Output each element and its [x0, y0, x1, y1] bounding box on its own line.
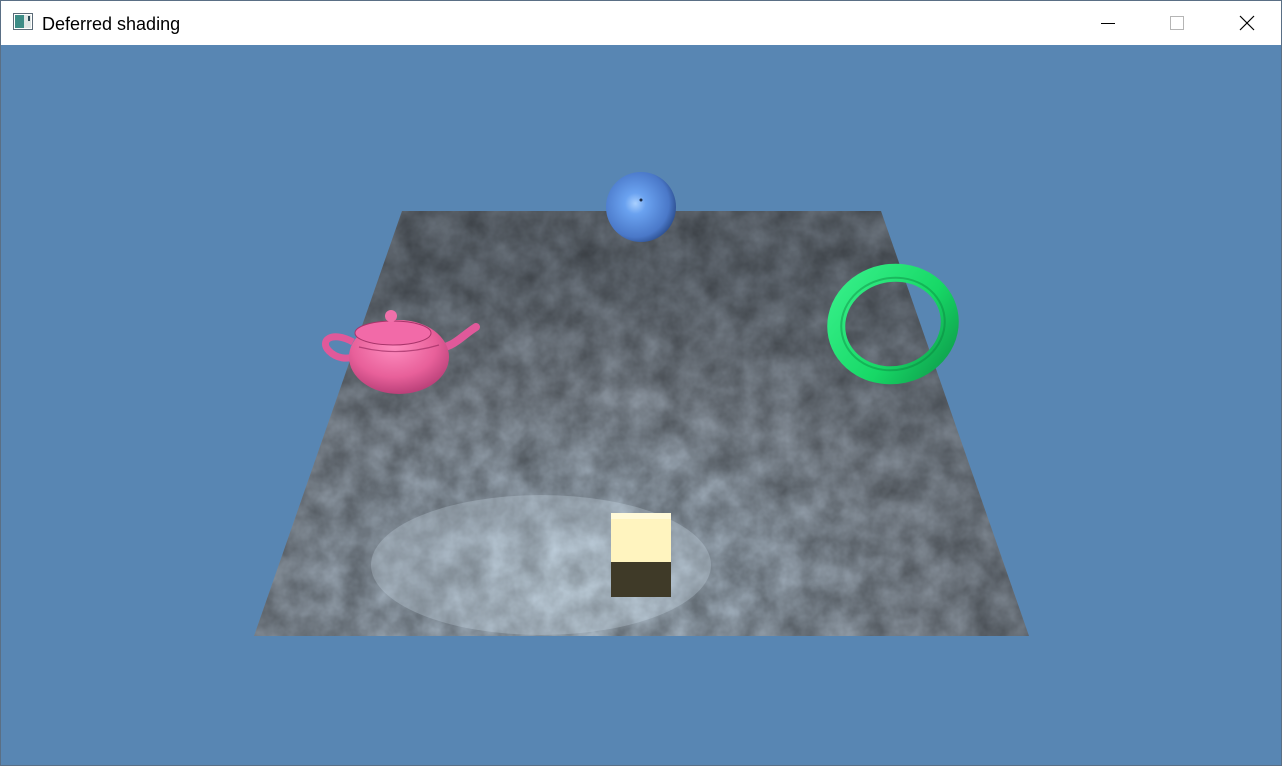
close-icon: [1239, 15, 1254, 31]
minimize-button[interactable]: [1073, 1, 1142, 45]
application-window-icon: [13, 13, 33, 30]
maximize-button[interactable]: [1142, 1, 1211, 45]
close-button[interactable]: [1212, 1, 1281, 45]
title-bar[interactable]: Deferred shading: [1, 1, 1281, 45]
maximize-icon: [1169, 16, 1184, 30]
app-window: Deferred shading: [0, 0, 1282, 766]
minimize-icon: [1100, 23, 1115, 24]
window-title: Deferred shading: [42, 14, 181, 34]
scene-canvas: [254, 172, 1029, 636]
cube: [611, 513, 671, 597]
render-viewport[interactable]: [1, 45, 1281, 765]
sphere: [606, 172, 676, 242]
